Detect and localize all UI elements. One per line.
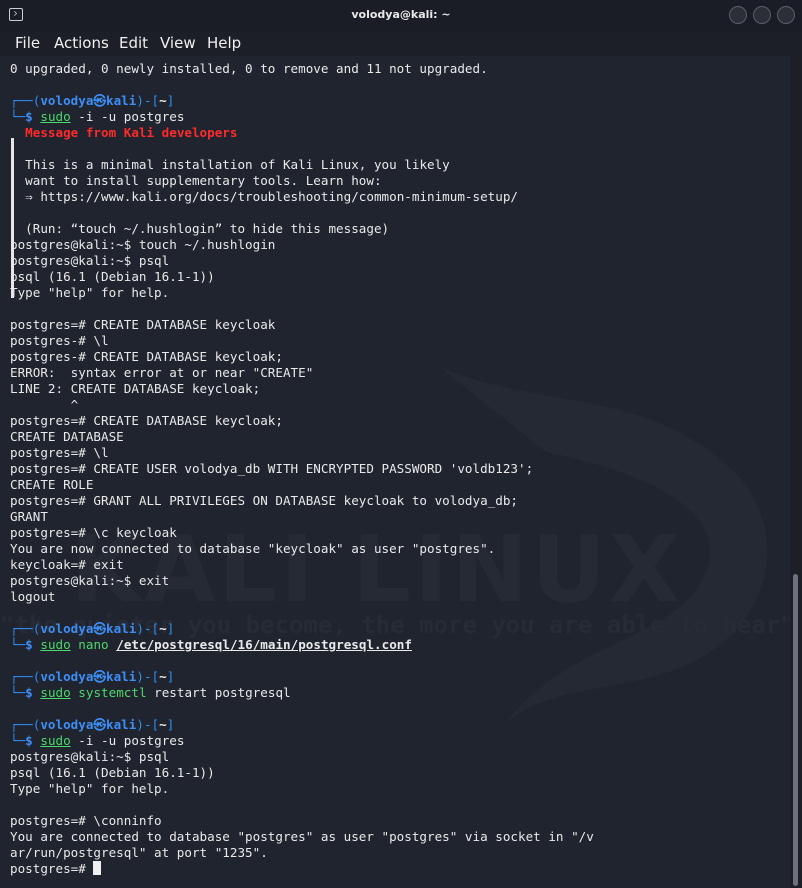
text-cursor — [93, 861, 102, 875]
current-prompt[interactable]: postgres=# — [10, 861, 594, 877]
prompt-command: └─$ sudo -i -u postgres — [10, 733, 185, 748]
scrollbar[interactable] — [790, 56, 802, 888]
terminal-window: volodya@kali: ~ File Actions Edit View H… — [0, 0, 802, 888]
scrollbar-thumb[interactable] — [793, 574, 798, 886]
menu-edit[interactable]: Edit — [119, 34, 148, 52]
prompt-header: ┌──(volodya㉿kali)-[~] — [10, 93, 175, 108]
maximize-button[interactable] — [753, 6, 771, 24]
prompt-header: ┌──(volodya㉿kali)-[~] — [10, 621, 175, 636]
line: 0 upgraded, 0 newly installed, 0 to remo… — [10, 61, 488, 76]
minimize-button[interactable] — [729, 6, 747, 24]
menu-actions[interactable]: Actions — [54, 34, 109, 52]
menu-file[interactable]: File — [15, 34, 40, 52]
window-title: volodya@kali: ~ — [351, 8, 451, 21]
terminal-lines: 0 upgraded, 0 newly installed, 0 to remo… — [10, 61, 594, 877]
menu-view[interactable]: View — [160, 34, 196, 52]
menu-help[interactable]: Help — [207, 34, 241, 52]
prompt-header: ┌──(volodya㉿kali)-[~] — [10, 717, 175, 732]
terminal-output[interactable]: KALI LINUX "the quieter you become, the … — [0, 56, 790, 888]
docs-link[interactable]: ⇒ https://www.kali.org/docs/troubleshoot… — [25, 189, 518, 204]
prompt-command: └─$ sudo -i -u postgres — [10, 109, 185, 124]
prompt-command: └─$ sudo nano /etc/postgresql/16/main/po… — [10, 637, 412, 652]
prompt-command: └─$ sudo systemctl restart postgresql — [10, 685, 291, 700]
close-button[interactable] — [777, 6, 795, 24]
prompt-header: ┌──(volodya㉿kali)-[~] — [10, 669, 175, 684]
menu-bar: File Actions Edit View Help — [0, 31, 802, 56]
title-bar[interactable]: volodya@kali: ~ — [0, 0, 802, 31]
